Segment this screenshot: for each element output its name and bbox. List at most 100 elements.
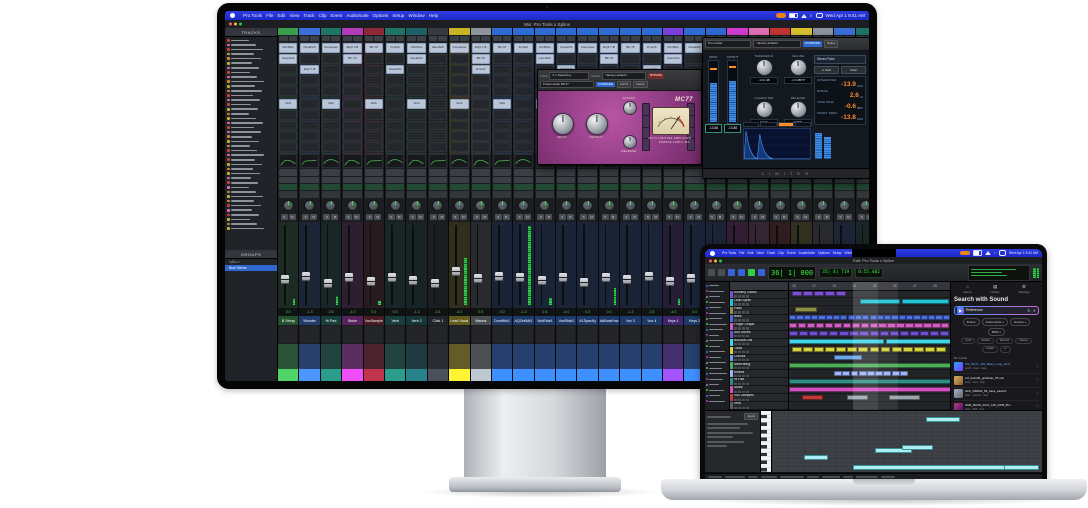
eq-curve-thumbnail[interactable] (343, 154, 361, 168)
pan-knob[interactable] (539, 200, 550, 211)
clip-block[interactable] (825, 323, 833, 328)
send-slot[interactable] (472, 121, 490, 131)
transport-play-button[interactable] (748, 269, 755, 276)
send-slot[interactable] (343, 131, 361, 141)
filter-chip[interactable]: Genres + (1010, 318, 1030, 326)
insert-slot[interactable] (279, 65, 297, 75)
insert-slot[interactable]: EQ3 7-B (300, 65, 318, 75)
insert-slot[interactable] (365, 54, 383, 64)
send-slot[interactable] (514, 99, 532, 109)
mute-button[interactable]: M (524, 214, 531, 220)
solo-button[interactable]: S (602, 214, 609, 220)
clip-block[interactable] (921, 315, 928, 320)
output-selector[interactable] (664, 177, 682, 183)
group-assign[interactable] (493, 191, 511, 197)
solo-button[interactable]: S (773, 214, 780, 220)
tag-chip[interactable]: Guitars (977, 338, 993, 345)
send-slot[interactable]: Verb (407, 99, 425, 109)
pan-knob[interactable] (497, 200, 508, 211)
clip-block[interactable] (900, 371, 908, 376)
output-selector[interactable] (343, 177, 361, 183)
tag-chip[interactable]: Intense (1015, 338, 1032, 345)
insert-slot[interactable]: BF-76 (343, 54, 361, 64)
groups-list[interactable]: <ALL>Bud Stems (225, 259, 277, 271)
pan-knob[interactable] (347, 200, 358, 211)
fader-section[interactable] (278, 222, 298, 307)
close-icon[interactable] (709, 259, 712, 262)
group-assign[interactable] (685, 191, 703, 197)
mute-button[interactable]: M (460, 214, 467, 220)
main-counter[interactable]: 36| 1| 000 (768, 266, 816, 280)
comments-box[interactable] (621, 326, 639, 343)
fader-section[interactable] (406, 222, 426, 307)
clip-block[interactable] (798, 323, 806, 328)
automation-mode[interactable] (643, 184, 661, 190)
channel-strip[interactable]: EQ3 7-BBF-76SM-4.0Stoke (342, 28, 363, 381)
automation-mode[interactable] (857, 184, 869, 190)
input-button[interactable] (746, 327, 749, 329)
input-button[interactable] (746, 367, 749, 369)
track-header[interactable]: Mmms (730, 370, 788, 378)
inserts-slots[interactable]: ChnlStrpCloudVrb (406, 42, 426, 98)
send-slot[interactable] (386, 99, 404, 109)
automation-mode[interactable] (300, 184, 318, 190)
pan-knob[interactable] (796, 200, 807, 211)
insert-slot[interactable] (450, 54, 468, 64)
channel-strip[interactable]: CloudVrbSM2.6Click 1 (428, 28, 449, 381)
solo-button[interactable] (738, 351, 741, 353)
mute-button[interactable]: M (331, 214, 338, 220)
favorite-icon[interactable]: ♡ (1036, 405, 1039, 409)
solo-button[interactable] (738, 383, 741, 385)
group-assign[interactable] (643, 191, 661, 197)
fader-handle[interactable] (452, 267, 460, 276)
solo-button[interactable]: S (644, 214, 651, 220)
search-icon[interactable]: ⌕ (810, 13, 813, 18)
fader-section[interactable] (642, 222, 662, 307)
solo-button[interactable]: S (837, 214, 844, 220)
automation-mode[interactable] (814, 184, 832, 190)
clip-block[interactable] (833, 315, 840, 320)
record-button[interactable] (734, 303, 737, 305)
send-slot[interactable] (493, 121, 511, 131)
inserts-slots[interactable]: CloudVrbEQ3 7-B (299, 42, 319, 98)
pan-knob[interactable] (753, 200, 764, 211)
track-header[interactable]: BounceChill (730, 339, 788, 347)
input-selector[interactable] (322, 169, 340, 175)
mute-button[interactable]: M (845, 214, 852, 220)
clip-block[interactable] (842, 371, 850, 376)
solo-button[interactable]: S (751, 214, 758, 220)
send-slot[interactable] (343, 121, 361, 131)
comments-box[interactable] (322, 326, 340, 343)
insert-slot[interactable]: CloudVrb (407, 54, 425, 64)
track-name-plate[interactable]: Wanna (471, 316, 491, 325)
pan-knob[interactable] (518, 200, 529, 211)
window-traffic-lights[interactable] (229, 23, 242, 26)
clip-block[interactable] (940, 331, 949, 336)
track-name-plate[interactable]: Click 1 (428, 316, 448, 325)
solo-button[interactable]: S (623, 214, 630, 220)
menu-pro-tools[interactable]: Pro Tools (243, 13, 262, 18)
input-selector[interactable] (664, 169, 682, 175)
mute-button[interactable]: M (567, 214, 574, 220)
input-selector[interactable] (643, 169, 661, 175)
comments-box[interactable] (365, 326, 383, 343)
sound-reference-input[interactable]: ▶ Reference ↻ ✕ (954, 306, 1039, 315)
insert-slot[interactable]: CloudVrb (536, 54, 554, 64)
clip-block[interactable] (930, 331, 939, 336)
length-counter[interactable]: 0:55.402 (855, 268, 883, 278)
input-button[interactable] (746, 295, 749, 297)
comments-box[interactable] (386, 326, 404, 343)
mute-button[interactable] (742, 343, 745, 345)
comments-box[interactable] (407, 326, 425, 343)
track-list-item[interactable] (225, 226, 277, 231)
send-slot[interactable] (279, 131, 297, 141)
solo-button[interactable] (738, 359, 741, 361)
fader-handle[interactable] (602, 273, 610, 282)
mute-button[interactable] (742, 295, 745, 297)
group-assign[interactable] (814, 191, 832, 197)
send-slot[interactable] (493, 131, 511, 141)
input-selector[interactable] (300, 169, 318, 175)
insert-slot[interactable] (557, 54, 575, 64)
group-assign[interactable] (514, 191, 532, 197)
fader-handle[interactable] (516, 273, 524, 282)
